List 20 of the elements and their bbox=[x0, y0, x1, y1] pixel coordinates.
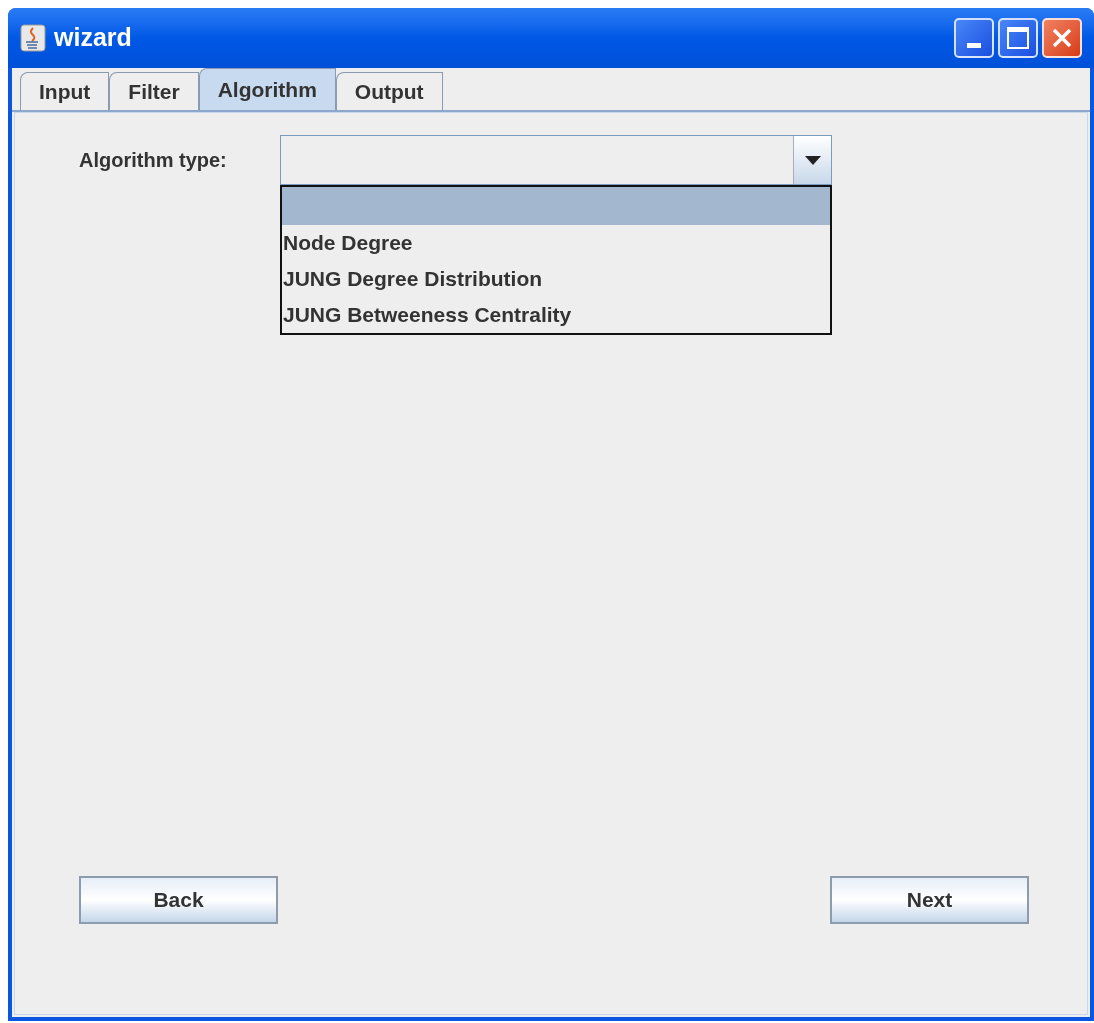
close-button[interactable] bbox=[1042, 18, 1082, 58]
minimize-icon bbox=[967, 43, 981, 48]
tab[interactable]: Output bbox=[335, 72, 443, 110]
maximize-icon bbox=[1007, 27, 1029, 49]
algorithm-type-label: Algorithm type: bbox=[79, 148, 228, 173]
dropdown-option[interactable]: JUNG Betweeness Centrality bbox=[282, 297, 830, 333]
cup-icon bbox=[20, 24, 46, 52]
caret-icon bbox=[804, 155, 821, 165]
algorithm-dropdown[interactable] bbox=[280, 135, 832, 185]
window-title: wizard bbox=[54, 22, 132, 54]
tab[interactable]: Algorithm bbox=[198, 68, 336, 110]
next-button[interactable]: Next bbox=[830, 876, 1029, 924]
back-button[interactable]: Back bbox=[79, 876, 278, 924]
dropdown-option[interactable]: Node Degree bbox=[282, 225, 830, 261]
tab[interactable]: Filter bbox=[109, 72, 199, 110]
tab[interactable]: Input bbox=[20, 72, 110, 110]
dropdown-option[interactable]: JUNG Degree Distribution bbox=[282, 261, 830, 297]
close-icon bbox=[1051, 27, 1073, 49]
minimize-button[interactable] bbox=[954, 18, 994, 58]
maximize-button[interactable] bbox=[998, 18, 1038, 58]
